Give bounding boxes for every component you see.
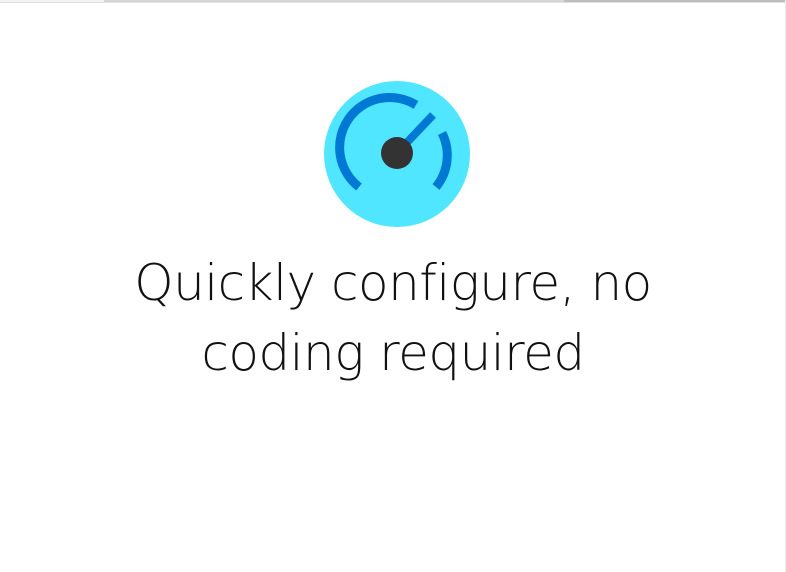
feature-panel: Quickly configure, no coding required	[0, 0, 786, 572]
top-border-segment-left	[104, 0, 564, 2]
feature-headline: Quickly configure, no coding required	[134, 254, 652, 382]
speedometer-icon	[324, 81, 470, 227]
speedometer-icon-hub	[381, 137, 413, 169]
top-border	[0, 0, 786, 3]
top-border-segment-right	[564, 0, 786, 2]
